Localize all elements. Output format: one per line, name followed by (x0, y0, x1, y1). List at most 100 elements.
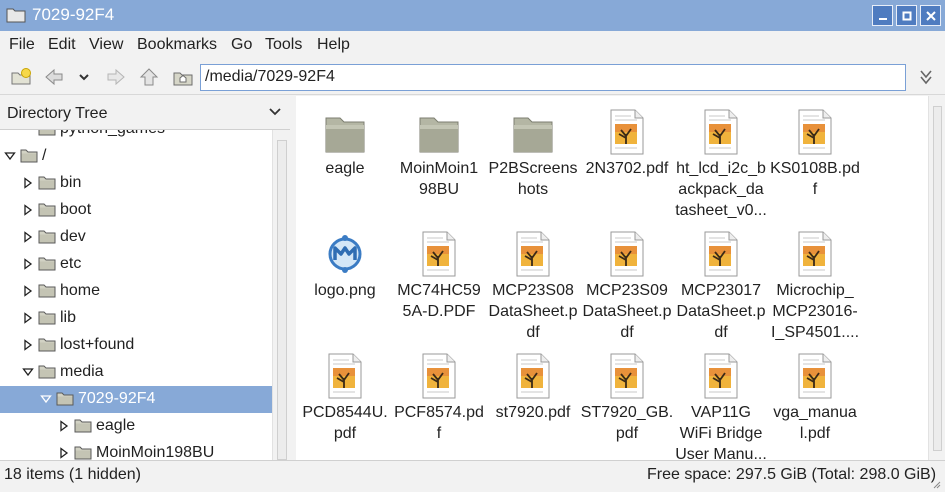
file-item[interactable]: MC74HC59 5A-D.PDF (392, 222, 486, 342)
tree-item[interactable]: MoinMoin198BU (0, 440, 272, 460)
pdf-file-icon (422, 353, 456, 399)
tree-item[interactable]: dev (0, 224, 272, 251)
home-button[interactable] (170, 64, 196, 90)
file-name-line: I_SP4501.... (770, 324, 860, 341)
directory-tree[interactable]: python_games / bin boot dev etc home lib lost+fo… (0, 130, 272, 460)
tree-item[interactable]: boot (0, 197, 272, 224)
expander-collapsed-icon[interactable] (22, 258, 34, 270)
close-button[interactable] (920, 5, 941, 26)
tree-item[interactable]: python_games (0, 130, 272, 143)
file-name-line: MCP23S09 (586, 282, 668, 299)
maximize-button[interactable] (896, 5, 917, 26)
file-item[interactable]: ht_lcd_i2c_b ackpack_da tasheet_v0... (674, 100, 768, 220)
file-name-line: f (812, 181, 818, 198)
file-item[interactable]: MCP23S08 DataSheet.p df (486, 222, 580, 342)
file-view-scrollbar-thumb[interactable] (933, 106, 942, 451)
side-pane-mode-selector[interactable]: Directory Tree (0, 96, 290, 130)
jump-icon (920, 70, 932, 85)
file-item[interactable]: st7920.pdf (486, 344, 580, 460)
back-button[interactable] (40, 64, 68, 90)
file-name-line: 5A-D.PDF (402, 303, 476, 320)
expander-collapsed-icon[interactable] (22, 177, 34, 189)
folder-icon (38, 230, 56, 244)
file-name: logo.png (298, 280, 392, 301)
file-item[interactable]: P2BScreens hots (486, 100, 580, 220)
folder-icon (38, 311, 56, 325)
history-dropdown-button[interactable] (74, 64, 94, 90)
file-item[interactable]: Microchip_ MCP23016- I_SP4501.... (768, 222, 862, 342)
close-icon (925, 10, 936, 21)
expander-collapsed-icon[interactable] (22, 204, 34, 216)
file-name-line: ST7920_GB. (580, 404, 674, 421)
file-name: MCP23017 DataSheet.p df (674, 280, 768, 343)
expander-expanded-icon[interactable] (40, 393, 52, 405)
tree-scrollbar-thumb[interactable] (277, 140, 287, 460)
expander-collapsed-icon[interactable] (58, 420, 70, 432)
new-folder-button[interactable] (8, 64, 34, 90)
tree-item[interactable]: eagle (0, 413, 272, 440)
file-name: PCD8544U. pdf (298, 402, 392, 444)
tree-item[interactable]: lost+found (0, 332, 272, 359)
path-input[interactable]: /media/7029-92F4 (200, 64, 906, 91)
menu-view[interactable]: View (89, 36, 123, 54)
file-name: vga_manua l.pdf (768, 402, 862, 444)
tree-item-label: etc (60, 255, 82, 272)
minimize-button[interactable] (872, 5, 893, 26)
file-item[interactable]: vga_manua l.pdf (768, 344, 862, 460)
file-item[interactable]: eagle (298, 100, 392, 220)
tree-item-label: python_games (60, 130, 165, 138)
file-name-line: ht_lcd_i2c_b (676, 160, 766, 177)
expander-expanded-icon[interactable] (4, 150, 16, 162)
file-name: VAP11G WiFi Bridge User Manu... (674, 402, 768, 460)
tree-item[interactable]: home (0, 278, 272, 305)
forward-button[interactable] (102, 64, 130, 90)
expander-collapsed-icon[interactable] (22, 339, 34, 351)
file-item[interactable]: KS0108B.pd f (768, 100, 862, 220)
file-item[interactable]: MoinMoin1 98BU (392, 100, 486, 220)
file-view-scrollbar[interactable] (928, 96, 945, 460)
file-name-line: WiFi Bridge (679, 425, 763, 442)
resize-grip-icon[interactable] (931, 479, 941, 489)
go-button[interactable] (913, 64, 939, 90)
tree-item-label: MoinMoin198BU (96, 444, 215, 460)
folder-icon (56, 392, 74, 406)
tree-item[interactable]: lib (0, 305, 272, 332)
file-item[interactable]: ST7920_GB. pdf (580, 344, 674, 460)
tree-scrollbar[interactable] (272, 130, 290, 460)
file-name-line: pdf (333, 425, 357, 442)
file-name: Microchip_ MCP23016- I_SP4501.... (768, 280, 862, 343)
menu-tools[interactable]: Tools (265, 36, 302, 54)
file-name: MCP23S08 DataSheet.p df (486, 280, 580, 343)
tree-item[interactable]: 7029-92F4 (0, 386, 272, 413)
folder-icon (513, 117, 553, 153)
menu-bookmarks[interactable]: Bookmarks (137, 36, 217, 54)
up-button[interactable] (136, 64, 162, 90)
menu-file[interactable]: File (9, 36, 35, 54)
file-item[interactable]: MCP23S09 DataSheet.p df (580, 222, 674, 342)
window-title: 7029-92F4 (32, 5, 115, 24)
file-name-line: MCP23S08 (492, 282, 574, 299)
tree-item[interactable]: bin (0, 170, 272, 197)
menu-help[interactable]: Help (317, 36, 350, 54)
side-pane: Directory Tree python_games / bin boot dev et… (0, 96, 290, 460)
file-item[interactable]: MCP23017 DataSheet.p df (674, 222, 768, 342)
file-item[interactable]: PCD8544U. pdf (298, 344, 392, 460)
tree-item[interactable]: / (0, 143, 272, 170)
tree-item-label: eagle (96, 417, 136, 434)
file-item[interactable]: 2N3702.pdf (580, 100, 674, 220)
menu-edit[interactable]: Edit (48, 36, 76, 54)
folder-icon (38, 130, 56, 136)
menu-go[interactable]: Go (231, 36, 252, 54)
file-item[interactable]: PCF8574.pd f (392, 344, 486, 460)
file-item[interactable]: VAP11G WiFi Bridge User Manu... (674, 344, 768, 460)
expander-expanded-icon[interactable] (22, 366, 34, 378)
expander-collapsed-icon[interactable] (22, 312, 34, 324)
file-view[interactable]: eagle MoinMoin1 98BU P2BScreens hots 2N3702.p… (296, 96, 928, 460)
expander-collapsed-icon[interactable] (22, 285, 34, 297)
tree-item-label: bin (60, 174, 82, 191)
tree-item[interactable]: etc (0, 251, 272, 278)
file-item[interactable]: logo.png (298, 222, 392, 342)
tree-item[interactable]: media (0, 359, 272, 386)
expander-collapsed-icon[interactable] (22, 231, 34, 243)
expander-collapsed-icon[interactable] (58, 447, 70, 459)
